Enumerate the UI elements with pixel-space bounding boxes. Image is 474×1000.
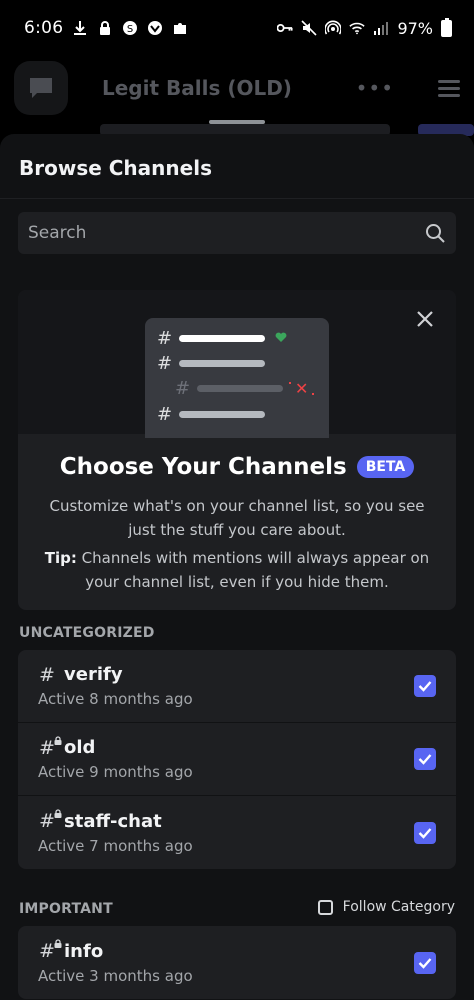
battery-icon: [441, 17, 452, 37]
channel-name: old: [64, 737, 96, 758]
search-input[interactable]: [28, 223, 424, 243]
category-header: UNCATEGORIZED: [19, 625, 155, 641]
checkmark-icon: [418, 957, 432, 969]
channel-activity: Active 3 months ago: [38, 966, 193, 985]
follow-category-checkbox[interactable]: [317, 899, 333, 915]
tip-text: Channels with mentions will always appea…: [76, 549, 430, 591]
svg-text:S: S: [127, 24, 133, 35]
channel-checkbox[interactable]: [414, 748, 436, 770]
more-horizontal-icon[interactable]: •••: [356, 76, 394, 100]
locked-hashtag-icon: #: [38, 809, 62, 832]
channel-checkbox[interactable]: [414, 821, 436, 844]
close-icon[interactable]: [414, 308, 436, 330]
search-bar[interactable]: [18, 212, 456, 254]
channel-row[interactable]: # verify Active 8 months ago: [18, 650, 456, 723]
channel-name: staff-chat: [64, 810, 162, 832]
promo-title: Choose Your Channels: [59, 454, 347, 480]
channel-list: # verify Active 8 months ago # old Activ…: [18, 650, 456, 869]
channel-row[interactable]: # old Active 9 months ago: [18, 723, 456, 796]
checkmark-icon: [418, 754, 432, 765]
channel-name: info: [64, 940, 104, 962]
divider: [0, 198, 474, 199]
channel-list-illustration: # # # ✕ #: [145, 318, 329, 438]
hamburger-menu-icon[interactable]: [438, 79, 460, 97]
remove-icon: ✕: [288, 379, 316, 398]
locked-hashtag-icon: #: [38, 735, 62, 759]
sheet-title: Browse Channels: [19, 156, 212, 180]
signal-icon: [373, 20, 389, 36]
checkmark-icon: [418, 827, 432, 839]
hotspot-icon: [325, 20, 342, 36]
beta-badge: BETA: [356, 456, 415, 478]
category-header: IMPORTANT: [19, 901, 113, 917]
promo-tip: Tip: Channels with mentions will always …: [36, 546, 438, 594]
channel-name: verify: [64, 664, 123, 685]
browse-channels-sheet: Browse Channels # # # ✕: [0, 120, 474, 1000]
channel-activity: Active 8 months ago: [38, 690, 193, 708]
battery-percent: 97%: [397, 18, 433, 38]
background-header: Legit Balls (OLD) •••: [0, 56, 474, 120]
wifi-icon: [349, 20, 366, 36]
download-icon: [72, 20, 88, 36]
follow-category[interactable]: Follow Category: [317, 899, 455, 915]
promo-description: Customize what's on your channel list, s…: [49, 497, 425, 539]
app-badge-icon: [147, 20, 163, 36]
tip-label: Tip:: [44, 549, 77, 567]
key-icon: [277, 20, 293, 36]
chat-bubble-icon[interactable]: [14, 61, 68, 115]
heart-icon: [275, 332, 287, 346]
server-title[interactable]: Legit Balls (OLD): [102, 76, 292, 100]
checkmark-icon: [418, 681, 432, 692]
channel-row[interactable]: # info Active 3 months ago: [18, 926, 456, 999]
app-notification-icon: S: [122, 20, 138, 36]
search-icon[interactable]: [424, 222, 446, 244]
channel-list: # info Active 3 months ago: [18, 926, 456, 999]
locked-hashtag-icon: #: [38, 939, 62, 962]
channel-checkbox[interactable]: [414, 675, 436, 697]
mute-icon: [301, 20, 318, 36]
drag-handle[interactable]: [209, 120, 265, 124]
follow-category-label: Follow Category: [342, 899, 455, 915]
lock-notification-icon: [97, 20, 113, 36]
channel-activity: Active 7 months ago: [38, 836, 193, 855]
puzzle-icon: [172, 20, 188, 36]
choose-channels-promo: # # # ✕ # Choose Your Channels BETA Cust…: [18, 290, 456, 610]
channel-checkbox[interactable]: [414, 951, 436, 974]
channel-row[interactable]: # staff-chat Active 7 months ago: [18, 796, 456, 869]
status-bar: 6:06 S 97%: [0, 0, 474, 56]
hashtag-icon: #: [39, 663, 55, 686]
status-time: 6:06: [24, 18, 64, 38]
channel-activity: Active 9 months ago: [38, 763, 193, 781]
